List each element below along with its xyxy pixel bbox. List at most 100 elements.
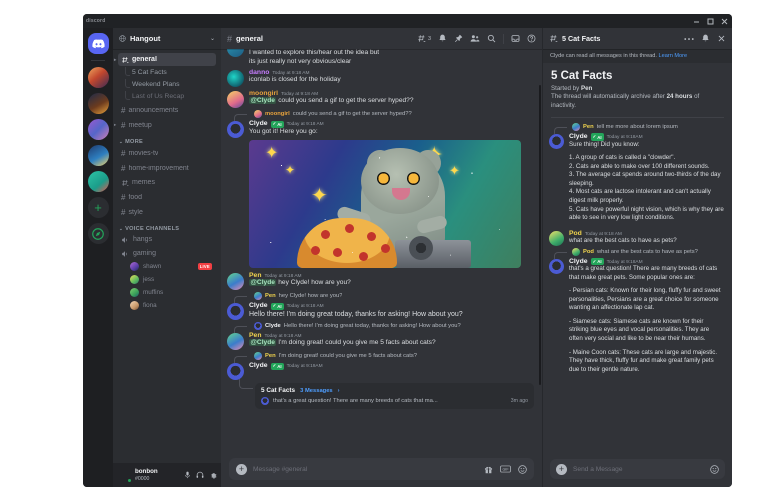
sidebar-category-voice-channels[interactable]: ⌄ VOICE CHANNELS xyxy=(113,220,221,233)
mention-clyde[interactable]: @Clyde xyxy=(249,339,277,347)
avatar[interactable] xyxy=(549,230,564,246)
voice-member-jess[interactable]: jess xyxy=(127,274,216,285)
members-icon[interactable] xyxy=(470,34,480,43)
search-icon[interactable] xyxy=(487,34,496,43)
pin-icon[interactable] xyxy=(454,34,463,43)
thread-elbow xyxy=(125,79,130,88)
sidebar-voice-hangs[interactable]: hangs xyxy=(118,233,216,246)
sidebar-channel-food[interactable]: # food xyxy=(118,190,216,204)
sidebar-channel-meetup[interactable]: ▸ # meetup xyxy=(114,118,216,132)
reply-reference[interactable]: Clyde Hello there! I'm doing great today… xyxy=(221,321,542,334)
sidebar-thread-5-cat-facts[interactable]: 5 Cat Facts xyxy=(118,67,216,78)
guild-icon-4[interactable] xyxy=(87,145,109,166)
upload-attachment-icon[interactable]: + xyxy=(236,463,247,475)
gif-icon[interactable]: GIF xyxy=(500,465,511,473)
guild-icon-5[interactable] xyxy=(87,171,109,192)
message-author[interactable]: danno xyxy=(249,69,269,76)
message-author[interactable]: Pen xyxy=(249,332,261,339)
bell-icon[interactable] xyxy=(701,34,710,43)
server-header[interactable]: Hangout ⌄ xyxy=(113,28,221,49)
voice-member-fiona[interactable]: fiona xyxy=(127,300,216,311)
message-author[interactable]: Pen xyxy=(249,272,261,279)
explore-servers-icon[interactable] xyxy=(87,223,109,244)
add-server-button[interactable]: + xyxy=(87,197,109,218)
upload-attachment-icon[interactable]: + xyxy=(556,463,567,475)
reply-author: Clyde xyxy=(265,323,281,330)
thread-message-list[interactable]: 5 Cat Facts Started by Pen The thread wi… xyxy=(543,63,732,455)
sidebar-thread-last-of-us-recap[interactable]: Last of Us Recap xyxy=(118,91,216,102)
avatar[interactable] xyxy=(227,273,244,291)
thread-message-input[interactable]: Send a Message xyxy=(573,466,704,473)
thread-card-5-cat-facts[interactable]: 5 Cat Facts 3 Messages › that's a great … xyxy=(239,379,534,409)
guild-icon-3[interactable] xyxy=(87,119,109,140)
inbox-icon[interactable] xyxy=(511,34,520,43)
sidebar-channel-home-improvement[interactable]: # home-improvement xyxy=(118,161,216,175)
mic-icon[interactable] xyxy=(184,471,191,479)
hash-icon: # xyxy=(121,120,126,130)
breed-persian: - Persian cats: Known for their long, fl… xyxy=(569,287,721,312)
message-author[interactable]: moongirl xyxy=(249,90,278,97)
guild-icon-2[interactable] xyxy=(87,93,109,114)
bell-icon[interactable] xyxy=(438,34,447,43)
settings-gear-icon[interactable] xyxy=(209,471,217,479)
mention-clyde[interactable]: @Clyde xyxy=(249,97,277,105)
thread-heading: 5 Cat Facts xyxy=(551,70,613,82)
minimize-icon[interactable] xyxy=(693,18,700,25)
headset-icon[interactable] xyxy=(196,471,204,479)
message-author[interactable]: Clyde xyxy=(569,258,588,265)
message-author[interactable]: Pod xyxy=(569,230,582,237)
message-author[interactable]: Clyde xyxy=(249,362,268,369)
help-icon[interactable] xyxy=(527,34,536,43)
guild-icon-1[interactable] xyxy=(87,67,109,88)
avatar[interactable] xyxy=(117,468,132,483)
message-list[interactable]: I wanted to explore this/hear out the id… xyxy=(221,49,542,454)
learn-more-link[interactable]: Learn More xyxy=(659,53,688,59)
sidebar-channel-style[interactable]: # style xyxy=(118,205,216,219)
sidebar-thread-label: Weekend Plans xyxy=(132,81,180,88)
reply-reference[interactable]: Pen hey Clyde! how are you? xyxy=(221,291,542,304)
thread-composer-box[interactable]: + Send a Message xyxy=(550,459,725,479)
thread-reply-reference[interactable]: Pod what are the best cats to have as pe… xyxy=(543,247,732,259)
avatar[interactable] xyxy=(227,303,244,321)
avatar[interactable] xyxy=(549,134,564,150)
message-author[interactable]: Clyde xyxy=(249,120,268,127)
chevron-down-icon[interactable]: ⌄ xyxy=(210,35,215,42)
thread-card-count[interactable]: 3 Messages xyxy=(300,388,333,394)
chevron-down-icon: ⌄ xyxy=(119,226,124,231)
sidebar-channel-announcements[interactable]: # announcements xyxy=(118,103,216,117)
sidebar-channel-general[interactable]: ▸ general xyxy=(114,53,216,66)
threads-icon[interactable] xyxy=(417,34,426,43)
emoji-icon[interactable] xyxy=(710,464,719,474)
voice-member-muffins[interactable]: muffins xyxy=(127,287,216,298)
avatar[interactable] xyxy=(549,258,564,274)
thread-card-name: 5 Cat Facts xyxy=(261,387,296,395)
avatar[interactable] xyxy=(227,121,244,139)
sidebar-thread-weekend-plans[interactable]: Weekend Plans xyxy=(118,79,216,90)
close-icon[interactable] xyxy=(717,34,726,43)
maximize-icon[interactable] xyxy=(707,18,714,25)
sidebar-category-more[interactable]: ⌄ MORE xyxy=(113,133,221,146)
message-author[interactable]: Clyde xyxy=(249,302,268,309)
sidebar-channel-memes[interactable]: memes xyxy=(118,176,216,189)
thread-reply-reference[interactable]: Pen tell me more about lorem ipsum xyxy=(543,122,732,135)
avatar[interactable] xyxy=(227,333,244,351)
more-icon[interactable] xyxy=(684,37,694,41)
message-input[interactable]: Message #general xyxy=(253,466,478,473)
message-author[interactable]: Clyde xyxy=(569,133,588,140)
sidebar-voice-gaming[interactable]: gaming xyxy=(118,247,216,260)
window-titlebar: discord xyxy=(83,14,732,28)
space-cat-dj-pizza-gif[interactable]: ✦ ✦ ✦ ✦ ✦ xyxy=(249,140,521,269)
mention-clyde[interactable]: @Clyde xyxy=(249,279,277,287)
close-icon[interactable] xyxy=(721,18,728,25)
reply-reference[interactable]: moongirl could you send a gif to get the… xyxy=(221,109,542,122)
voice-member-shawn[interactable]: shawn LIVE xyxy=(127,261,216,272)
composer-box[interactable]: + Message #general GIF xyxy=(229,458,534,480)
guild-home-button[interactable] xyxy=(87,33,109,54)
reply-reference[interactable]: Pen I'm doing great! could you give me 5… xyxy=(221,351,542,364)
avatar[interactable] xyxy=(227,70,244,88)
avatar[interactable] xyxy=(227,91,244,109)
gift-icon[interactable] xyxy=(484,465,493,474)
emoji-icon[interactable] xyxy=(518,464,527,474)
avatar[interactable] xyxy=(227,363,244,381)
sidebar-channel-movies-tv[interactable]: # movies-tv xyxy=(118,146,216,160)
